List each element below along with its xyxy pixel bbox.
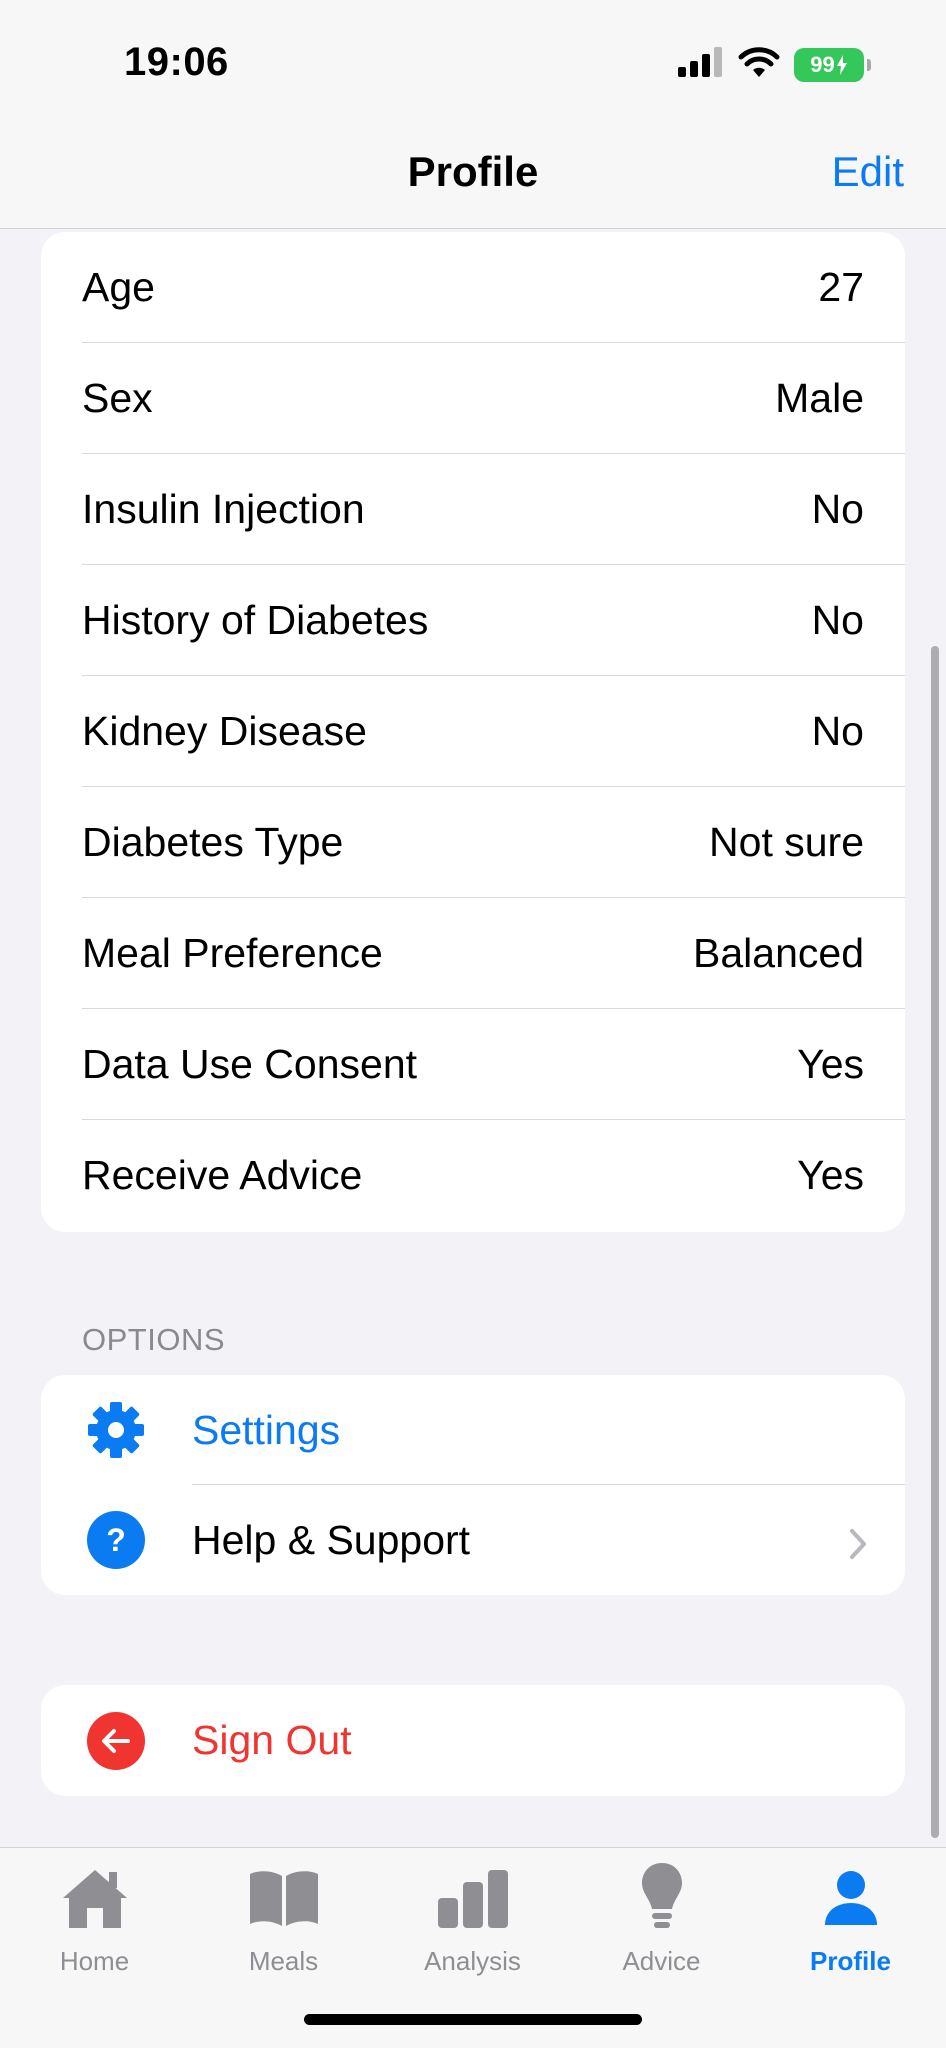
row-value: No <box>811 597 864 643</box>
status-time: 19:06 <box>124 40 229 84</box>
row-value: No <box>811 486 864 532</box>
row-label: Age <box>82 264 155 310</box>
row-label: Receive Advice <box>82 1152 363 1198</box>
tab-analysis[interactable]: Analysis <box>378 1860 567 1977</box>
sign-out-button[interactable]: Sign Out <box>41 1685 905 1796</box>
profile-row-age: Age 27 <box>41 232 905 343</box>
row-value: 27 <box>818 264 864 310</box>
row-value: No <box>811 708 864 754</box>
profile-info-card: Age 27 Sex Male Insulin Injection No His… <box>41 232 905 1232</box>
help-support-label: Help & Support <box>192 1516 471 1563</box>
options-section-header: OPTIONS <box>82 1322 226 1357</box>
row-label: Diabetes Type <box>82 819 344 865</box>
row-value: Not sure <box>709 819 864 865</box>
row-label: History of Diabetes <box>82 597 429 643</box>
profile-row-insulin-injection: Insulin Injection No <box>41 454 905 565</box>
edit-button[interactable]: Edit <box>832 148 904 196</box>
tab-label: Advice <box>622 1946 701 1976</box>
row-value: Yes <box>797 1041 864 1087</box>
battery-icon: 99 <box>794 47 871 82</box>
tab-meals[interactable]: Meals <box>189 1860 378 1977</box>
profile-row-sex: Sex Male <box>41 343 905 454</box>
row-label: Meal Preference <box>82 930 383 976</box>
settings-label: Settings <box>192 1406 341 1453</box>
tab-label: Analysis <box>424 1946 521 1976</box>
navigation-bar: 19:06 99 Profile Edit <box>0 0 946 229</box>
profile-row-receive-advice: Receive Advice Yes <box>41 1120 905 1231</box>
help-support-row[interactable]: ? Help & Support <box>41 1485 905 1595</box>
wifi-icon <box>738 46 780 83</box>
row-value: Male <box>775 375 864 421</box>
row-label: Kidney Disease <box>82 708 367 754</box>
profile-row-data-use-consent: Data Use Consent Yes <box>41 1009 905 1120</box>
tab-profile[interactable]: Profile <box>756 1860 945 1977</box>
sign-out-card: Sign Out <box>41 1685 905 1796</box>
page-title: Profile <box>407 148 539 195</box>
question-circle-icon: ? <box>87 1511 145 1569</box>
house-icon <box>59 1860 131 1936</box>
lightbulb-icon <box>640 1860 684 1936</box>
vertical-scrollbar[interactable] <box>931 646 939 1838</box>
chevron-right-icon <box>849 1523 867 1570</box>
tab-label: Profile <box>810 1946 891 1976</box>
arrow-left-circle-icon <box>87 1711 145 1770</box>
row-label: Data Use Consent <box>82 1041 418 1087</box>
row-label: Insulin Injection <box>82 486 365 532</box>
tab-label: Meals <box>248 1946 319 1976</box>
bar-chart-icon <box>436 1860 510 1936</box>
settings-row[interactable]: Settings <box>41 1375 905 1485</box>
row-value: Balanced <box>693 930 864 976</box>
row-label: Sex <box>82 375 153 421</box>
profile-row-history-of-diabetes: History of Diabetes No <box>41 565 905 676</box>
book-icon <box>248 1860 320 1936</box>
profile-row-kidney-disease: Kidney Disease No <box>41 676 905 787</box>
profile-row-diabetes-type: Diabetes Type Not sure <box>41 787 905 898</box>
tab-home[interactable]: Home <box>0 1860 189 1977</box>
profile-row-meal-preference: Meal Preference Balanced <box>41 898 905 1009</box>
cellular-signal-icon <box>678 47 724 82</box>
home-indicator[interactable] <box>304 2014 642 2025</box>
battery-level: 99 <box>810 51 835 77</box>
tab-advice[interactable]: Advice <box>567 1860 756 1977</box>
gear-icon <box>87 1401 145 1459</box>
person-icon <box>823 1860 879 1936</box>
sign-out-label: Sign Out <box>192 1717 352 1763</box>
row-value: Yes <box>797 1152 864 1198</box>
options-card: Settings ? Help & Support <box>41 1375 905 1595</box>
tab-label: Home <box>59 1946 130 1976</box>
profile-screen: 19:06 99 Profile Edit Age 27 Sex Male In… <box>0 0 946 2048</box>
status-icons: 99 <box>678 46 871 83</box>
